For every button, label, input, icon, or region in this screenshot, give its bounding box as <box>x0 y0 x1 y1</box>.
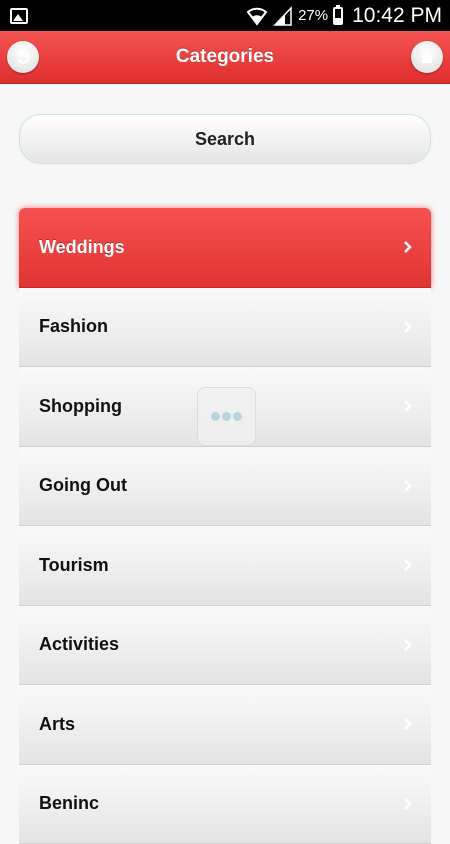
loading-dot <box>233 412 242 421</box>
wifi-icon <box>246 6 268 26</box>
page-title: Categories <box>176 46 274 68</box>
loading-dot <box>222 412 231 421</box>
category-item-going-out[interactable]: Going Out <box>19 447 431 527</box>
status-left <box>10 8 28 24</box>
category-item-fashion[interactable]: Fashion <box>19 288 431 368</box>
gallery-notification-icon <box>10 8 28 24</box>
signal-icon <box>273 6 293 26</box>
chevron-right-icon <box>403 717 413 731</box>
loading-indicator <box>197 387 256 446</box>
home-icon <box>419 50 435 64</box>
back-arrow-icon <box>16 50 30 64</box>
status-right: 27% 10:42 PM <box>246 4 442 28</box>
home-button[interactable] <box>411 41 443 73</box>
category-label: Beninc <box>39 793 99 814</box>
category-label: Weddings <box>39 237 125 258</box>
category-list: Weddings Fashion Shopping Going Out Tour… <box>19 208 431 844</box>
category-label: Fashion <box>39 316 108 337</box>
battery-percent: 27% <box>298 7 328 24</box>
content: Search Weddings Fashion Shopping Going O… <box>0 84 450 800</box>
search-button[interactable]: Search <box>19 114 431 164</box>
category-label: Going Out <box>39 475 127 496</box>
category-item-activities[interactable]: Activities <box>19 606 431 686</box>
chevron-right-icon <box>403 399 413 413</box>
chevron-right-icon <box>403 558 413 572</box>
status-bar: 27% 10:42 PM <box>0 0 450 31</box>
category-item-partial[interactable]: Beninc <box>19 765 431 844</box>
chevron-right-icon <box>403 638 413 652</box>
category-label: Shopping <box>39 396 122 417</box>
category-item-tourism[interactable]: Tourism <box>19 526 431 606</box>
chevron-right-icon <box>403 320 413 334</box>
nav-bar: Categories <box>0 31 450 84</box>
clock: 10:42 PM <box>352 4 442 28</box>
category-label: Arts <box>39 714 75 735</box>
battery-icon <box>333 7 343 25</box>
category-label: Tourism <box>39 555 109 576</box>
back-button[interactable] <box>7 41 39 73</box>
chevron-right-icon <box>403 797 413 811</box>
chevron-right-icon <box>403 240 413 254</box>
chevron-right-icon <box>403 479 413 493</box>
category-item-weddings[interactable]: Weddings <box>19 208 431 288</box>
loading-dot <box>211 412 220 421</box>
category-label: Activities <box>39 634 119 655</box>
category-item-arts[interactable]: Arts <box>19 685 431 765</box>
